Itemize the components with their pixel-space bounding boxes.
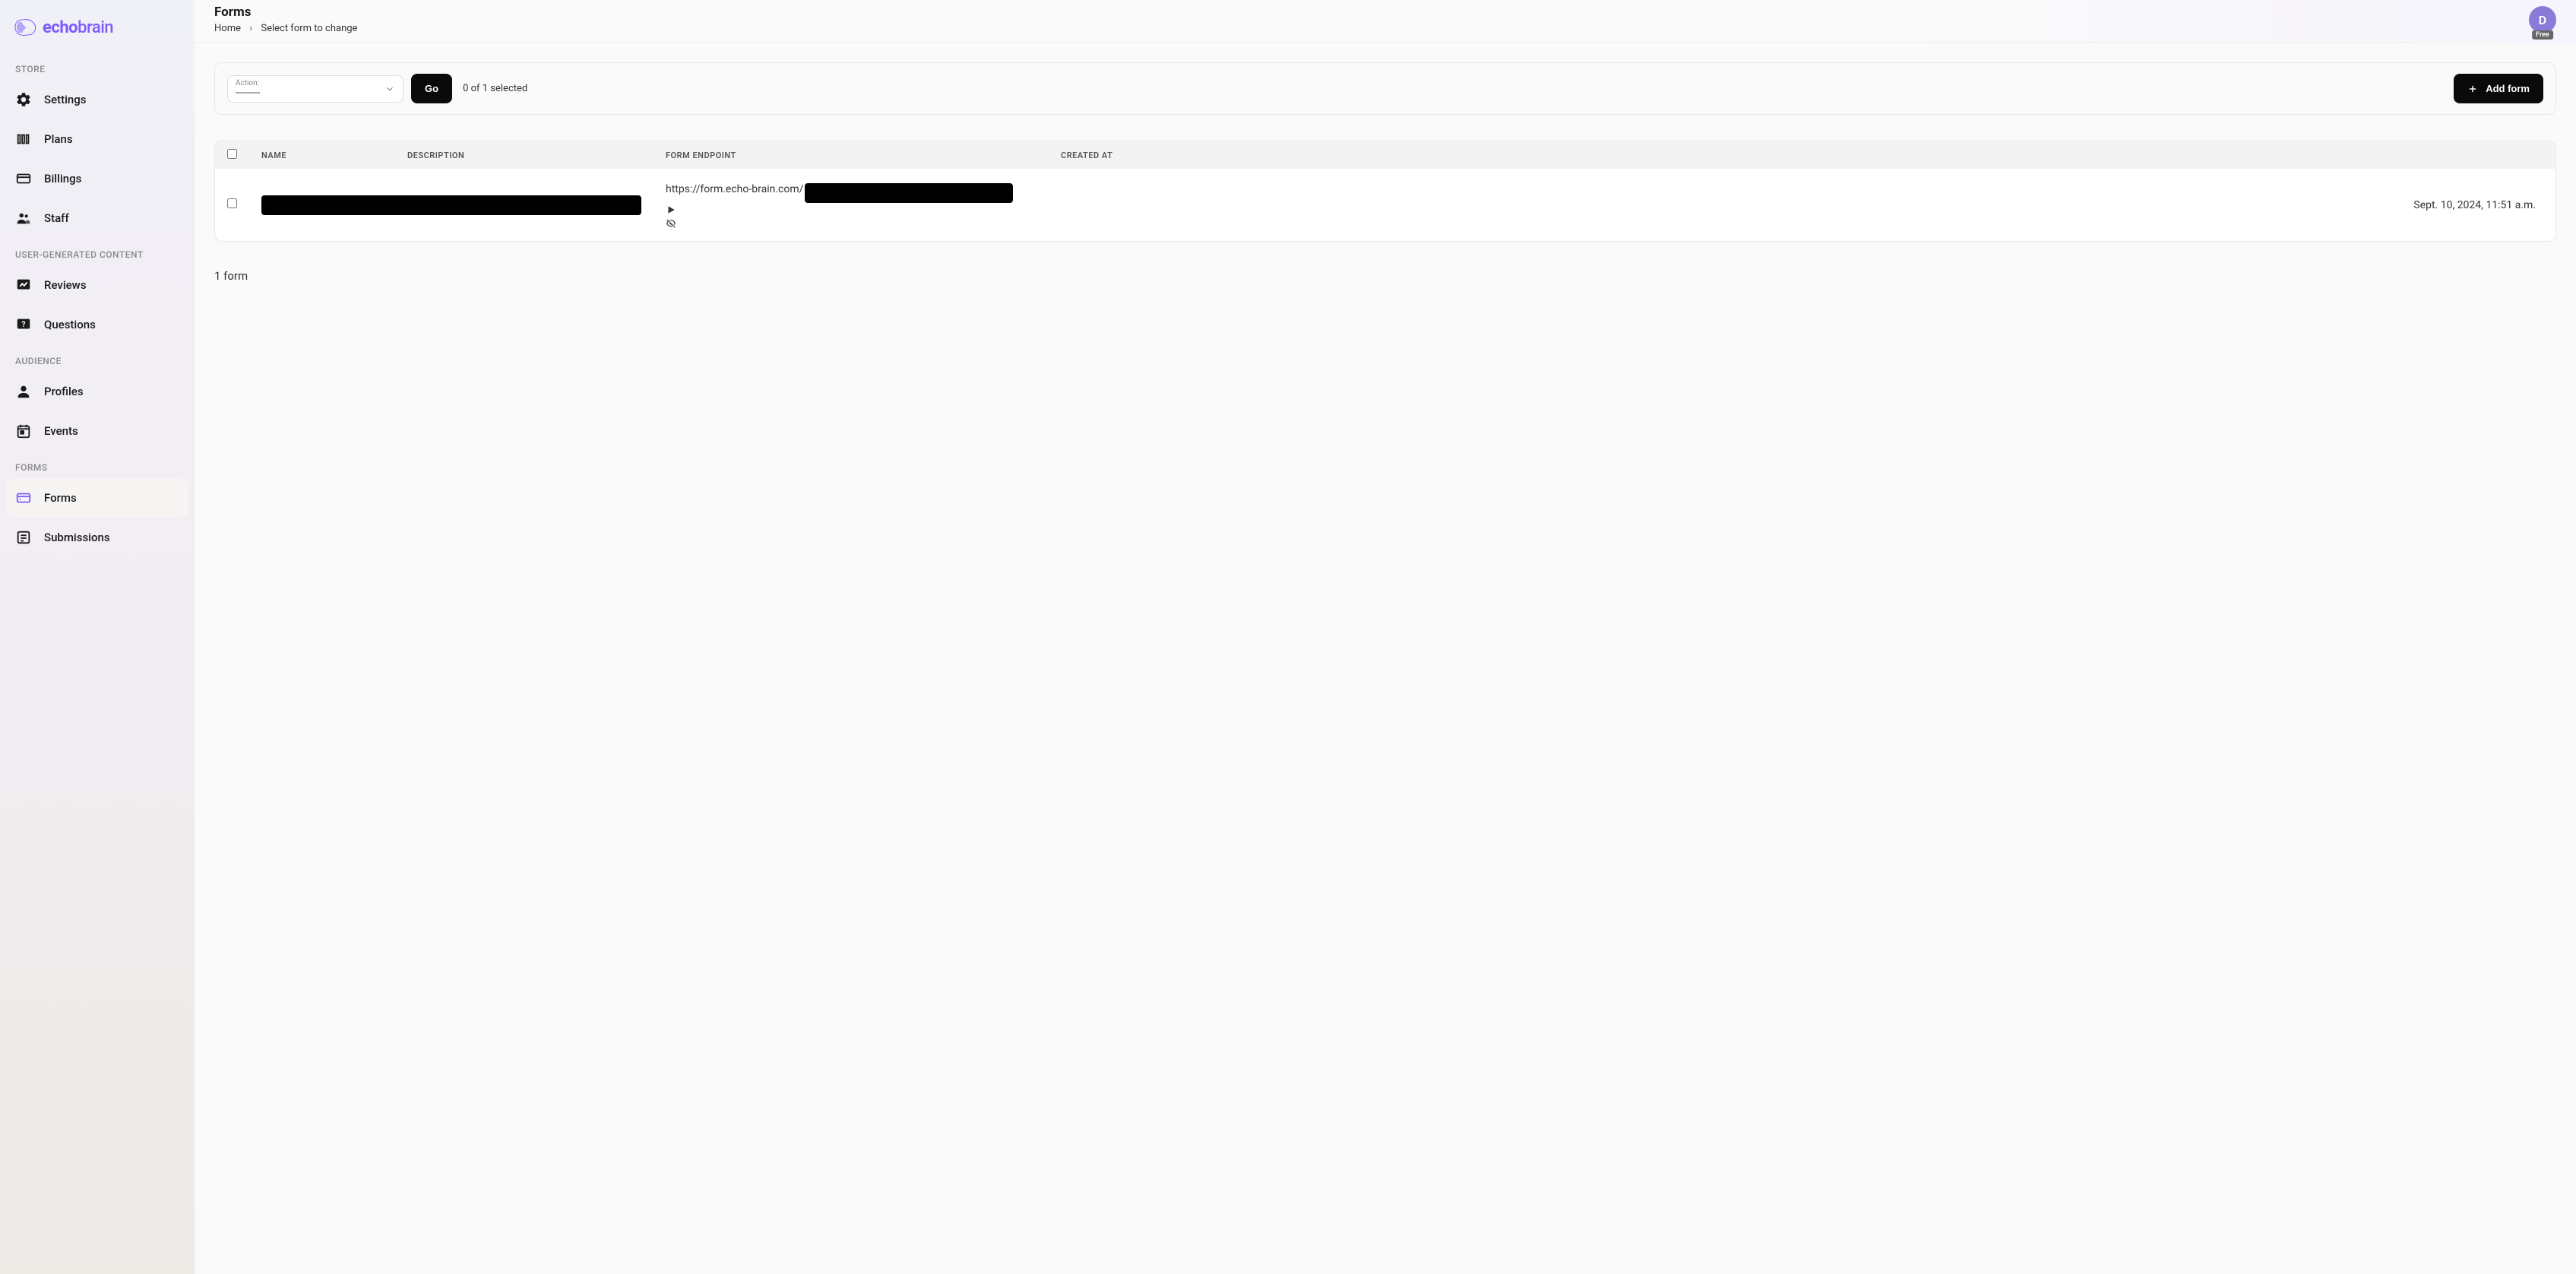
add-form-button[interactable]: Add form [2454,74,2543,103]
sidebar-item-settings[interactable]: Settings [6,81,188,119]
svg-text:?: ? [21,321,25,329]
header: Forms Home › Select form to change D Fre… [195,0,2576,43]
sidebar-item-label: Questions [44,318,96,331]
breadcrumb-current: Select form to change [261,23,357,34]
go-button[interactable]: Go [411,74,452,103]
main-content: Forms Home › Select form to change D Fre… [195,0,2576,1274]
plan-badge: Free [2532,30,2553,40]
play-icon[interactable] [666,204,676,215]
sidebar: echobrain STORE Settings Plans Billings … [0,0,195,1274]
gear-icon [15,91,32,108]
sidebar-item-label: Submissions [44,531,110,544]
review-icon [15,277,32,293]
avatar-initial: D [2539,13,2546,27]
avatar[interactable]: D Free [2529,6,2556,33]
question-icon: ? [15,316,32,333]
sidebar-item-label: Billings [44,172,81,185]
section-label-forms: FORMS [6,452,188,479]
form-icon [15,490,32,506]
result-count: 1 form [214,269,2556,283]
sidebar-item-events[interactable]: Events [6,412,188,450]
brand-logo[interactable]: echobrain [6,12,188,53]
endpoint-prefix: https://form.echo-brain.com/ [666,183,803,195]
plus-icon [2467,84,2478,94]
brain-icon [14,17,38,38]
table-row: https://form.echo-brain.com/ Sept. 10, 2… [215,169,2555,241]
sidebar-item-forms[interactable]: Forms [6,479,188,517]
form-name-redacted[interactable] [261,195,641,215]
action-select[interactable]: Action: --------- [227,75,403,103]
page-title: Forms [214,5,357,20]
bars-icon [15,131,32,147]
col-header-name[interactable]: NAME [249,141,395,169]
section-label-audience: AUDIENCE [6,345,188,372]
action-bar: Action: --------- Go 0 of 1 selected Add… [214,62,2556,115]
col-header-description[interactable]: DESCRIPTION [395,141,653,169]
add-form-label: Add form [2486,83,2530,94]
breadcrumb-separator: › [249,23,252,34]
sidebar-item-billings[interactable]: Billings [6,160,188,198]
eye-off-icon[interactable] [666,218,676,229]
sidebar-item-label: Staff [44,211,69,225]
breadcrumb: Home › Select form to change [214,23,357,34]
created-at: Sept. 10, 2024, 11:51 a.m. [1049,169,2555,241]
sidebar-item-reviews[interactable]: Reviews [6,266,188,304]
sidebar-item-label: Plans [44,132,73,146]
submissions-icon [15,529,32,546]
action-select-value: --------- [236,87,260,99]
sidebar-item-plans[interactable]: Plans [6,120,188,158]
sidebar-item-staff[interactable]: Staff [6,199,188,237]
select-all-checkbox[interactable] [227,149,237,159]
selection-count: 0 of 1 selected [463,83,527,94]
col-header-created[interactable]: CREATED AT [1049,141,2555,169]
sidebar-item-label: Settings [44,93,87,106]
sidebar-item-label: Profiles [44,385,84,398]
people-icon [15,210,32,227]
person-icon [15,383,32,400]
sidebar-item-submissions[interactable]: Submissions [6,518,188,556]
calendar-icon [15,423,32,439]
forms-table: NAME DESCRIPTION FORM ENDPOINT CREATED A… [214,141,2556,242]
sidebar-item-label: Reviews [44,278,87,292]
action-select-label: Action: [236,79,260,87]
sidebar-item-label: Forms [44,491,77,505]
sidebar-item-label: Events [44,424,78,438]
chevron-down-icon [385,84,395,94]
sidebar-item-questions[interactable]: ? Questions [6,306,188,344]
sidebar-item-profiles[interactable]: Profiles [6,372,188,410]
brand-name: echobrain [43,18,113,37]
section-label-store: STORE [6,53,188,81]
endpoint-redacted [805,183,1013,203]
section-label-ugc: USER-GENERATED CONTENT [6,239,188,266]
breadcrumb-home[interactable]: Home [214,23,241,34]
col-header-endpoint[interactable]: FORM ENDPOINT [653,141,1049,169]
card-icon [15,170,32,187]
row-checkbox[interactable] [227,198,237,208]
